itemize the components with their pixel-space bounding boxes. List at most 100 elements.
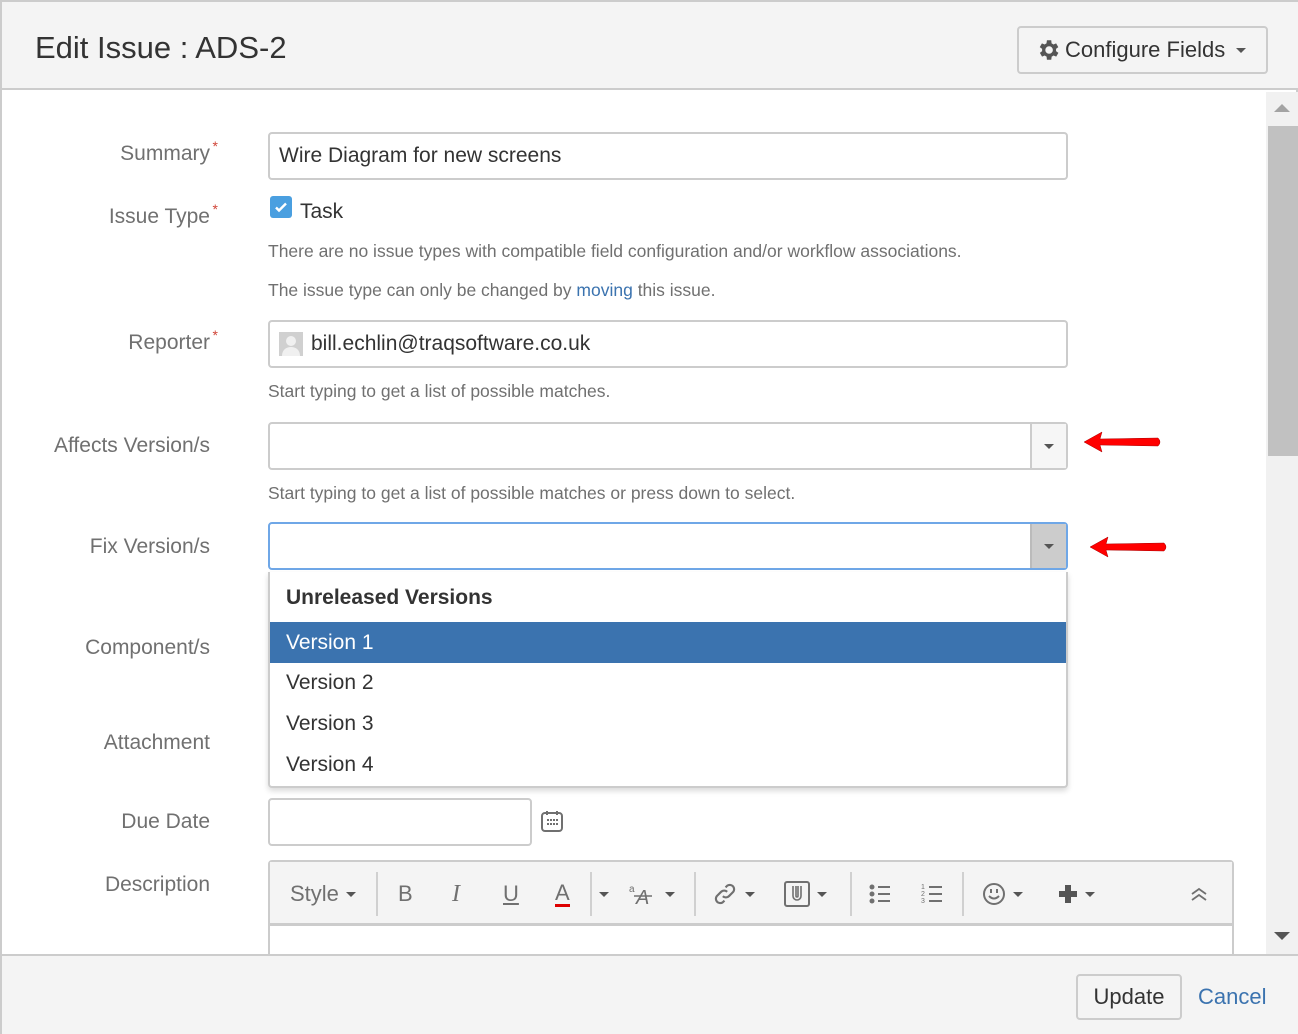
avatar-icon (279, 332, 303, 356)
fix-version-dropdown-button[interactable] (1030, 524, 1066, 568)
text-color-icon: A (555, 879, 570, 907)
chevron-down-icon (817, 891, 827, 897)
configure-fields-button[interactable]: Configure Fields (1017, 26, 1268, 74)
affects-version-label: Affects Version/s (53, 434, 210, 457)
bullet-list-button[interactable] (868, 862, 892, 926)
fix-version-label: Fix Version/s (89, 535, 210, 558)
description-label: Description (104, 873, 210, 896)
chevron-down-icon (745, 891, 755, 897)
checkmark-icon (275, 202, 287, 213)
summary-input[interactable]: Wire Diagram for new screens (268, 132, 1068, 180)
underline-button[interactable]: U (503, 862, 519, 926)
chevron-down-icon (1236, 47, 1247, 53)
bullet-list-icon (869, 884, 890, 904)
content-scrollbar[interactable] (1266, 92, 1298, 954)
bold-button[interactable]: B (398, 862, 413, 926)
components-label: Component/s (85, 636, 210, 659)
attachment-label: Attachment (103, 731, 210, 754)
insert-more-button[interactable] (1058, 862, 1095, 926)
scrollbar-thumb[interactable] (1268, 126, 1298, 456)
dialog-title: Edit Issue : ADS-2 (35, 30, 287, 65)
svg-text:a: a (629, 884, 635, 895)
italic-button[interactable]: I (452, 862, 460, 926)
emoticon-button[interactable] (982, 862, 1023, 926)
description-editor[interactable]: Style B I U A aA 1 2 3 (268, 860, 1234, 954)
toolbar-divider (376, 872, 378, 916)
red-arrow-annotation-icon (1089, 536, 1167, 558)
calendar-icon[interactable] (540, 809, 564, 833)
help-text: this issue. (632, 280, 716, 300)
affects-version-input[interactable] (268, 422, 1068, 470)
style-label: Style (290, 881, 339, 906)
numbered-list-icon: 123 (921, 884, 942, 905)
cancel-link[interactable]: Cancel (1198, 984, 1266, 1010)
affects-version-dropdown-button[interactable] (1030, 424, 1066, 468)
chevron-down-icon (665, 891, 675, 897)
plus-icon (1059, 885, 1077, 903)
required-marker: * (212, 138, 218, 154)
fix-version-input[interactable] (268, 522, 1068, 570)
update-button[interactable]: Update (1076, 974, 1182, 1020)
due-date-label: Due Date (121, 810, 210, 833)
chevron-down-icon (1013, 891, 1023, 897)
dropdown-option-version-3[interactable]: Version 3 (270, 703, 1066, 744)
summary-label: Summary * (120, 138, 218, 166)
dialog-header: Edit Issue : ADS-2 Configure Fields (2, 2, 1298, 90)
dropdown-option-version-2[interactable]: Version 2 (270, 662, 1066, 703)
affects-version-help: Start typing to get a list of possible m… (268, 483, 796, 503)
edit-issue-dialog: Edit Issue : ADS-2 Configure Fields Summ… (0, 0, 1298, 1034)
help-text: The issue type can only be changed by (268, 280, 577, 300)
italic-icon: I (452, 880, 460, 907)
chevron-down-icon (599, 891, 609, 897)
red-arrow-annotation-icon (1083, 431, 1161, 453)
link-button[interactable] (712, 862, 755, 926)
reporter-help: Start typing to get a list of possible m… (268, 381, 611, 401)
chevron-down-icon (1044, 543, 1054, 549)
toolbar-divider (694, 872, 696, 916)
text-effects-button[interactable]: aA (628, 862, 675, 926)
text-color-dropdown[interactable] (592, 862, 609, 926)
configure-fields-label: Configure Fields (1065, 37, 1226, 62)
link-icon (714, 883, 736, 905)
smiley-icon (983, 883, 1005, 905)
dropdown-group-header: Unreleased Versions (286, 586, 493, 609)
toolbar-divider (962, 872, 964, 916)
underline-icon: U (503, 881, 519, 906)
paperclip-icon (784, 881, 810, 907)
due-date-input[interactable] (268, 798, 532, 846)
attachment-button[interactable] (784, 862, 827, 926)
scroll-up-arrow-icon[interactable] (1274, 104, 1290, 112)
reporter-input[interactable]: bill.echlin@traqsoftware.co.uk (268, 320, 1068, 368)
chevron-down-icon (1044, 443, 1054, 449)
bold-icon: B (398, 881, 413, 906)
summary-label-text: Summary (120, 142, 210, 165)
svg-text:1: 1 (921, 884, 925, 891)
issue-type-value: Task (300, 200, 344, 223)
required-marker: * (212, 201, 218, 217)
double-chevron-up-icon (1191, 887, 1207, 901)
gear-icon (1039, 40, 1059, 60)
chevron-down-icon (345, 891, 356, 897)
reporter-label-text: Reporter (128, 331, 210, 354)
issue-type-help-1: There are no issue types with compatible… (268, 241, 962, 261)
summary-value: Wire Diagram for new screens (279, 144, 562, 167)
scroll-down-arrow-icon[interactable] (1274, 932, 1290, 940)
style-dropdown[interactable]: Style (290, 862, 356, 926)
issue-type-checkbox[interactable] (270, 196, 292, 218)
issue-type-help-2: The issue type can only be changed by mo… (268, 280, 716, 301)
dropdown-option-version-4[interactable]: Version 4 (270, 744, 1066, 785)
moving-link[interactable]: moving (576, 280, 632, 300)
reporter-label: Reporter * (128, 327, 218, 355)
chevron-down-icon (1085, 891, 1095, 897)
text-effects-icon: aA (629, 884, 652, 906)
collapse-toolbar-button[interactable] (1190, 862, 1208, 926)
numbered-list-button[interactable]: 123 (920, 862, 944, 926)
text-color-button[interactable]: A (555, 862, 570, 926)
dialog-content: Summary * Wire Diagram for new screens Is… (2, 92, 1266, 954)
dialog-footer: Update Cancel (2, 954, 1298, 1034)
svg-text:3: 3 (921, 898, 925, 905)
reporter-value: bill.echlin@traqsoftware.co.uk (311, 332, 591, 355)
dropdown-option-version-1[interactable]: Version 1 (270, 622, 1066, 663)
issue-type-label: Issue Type * (109, 201, 218, 229)
required-marker: * (212, 327, 218, 343)
